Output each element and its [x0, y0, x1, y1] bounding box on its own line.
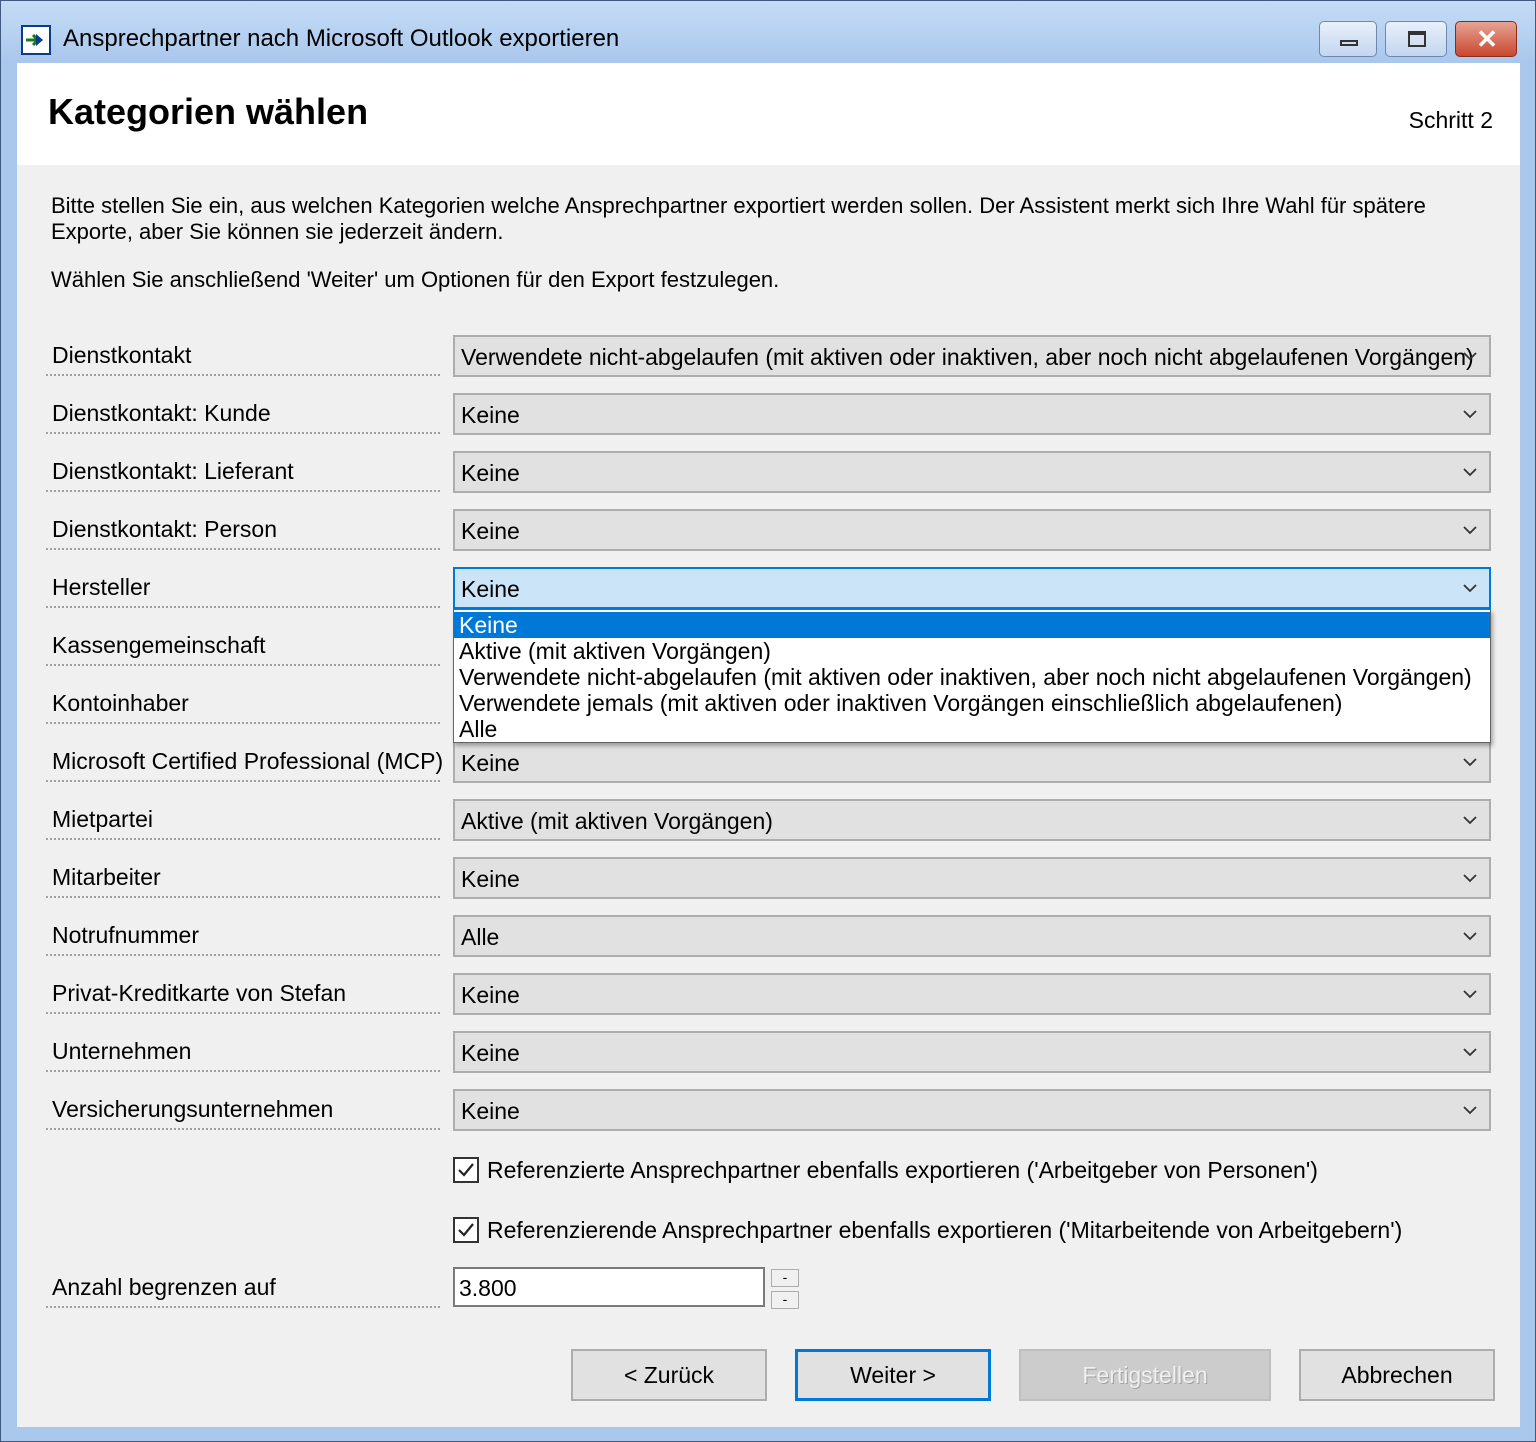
close-button[interactable]: ✕: [1455, 21, 1517, 57]
dropdown-option[interactable]: Alle: [454, 716, 1490, 742]
dropdown-option[interactable]: Aktive (mit aktiven Vorgängen): [454, 638, 1490, 664]
close-icon: ✕: [1476, 24, 1498, 54]
wizard-window: Ansprechpartner nach Microsoft Outlook e…: [0, 0, 1536, 1442]
limit-label: Anzahl begrenzen auf: [46, 1268, 440, 1308]
chevron-down-icon: [1463, 526, 1477, 535]
category-label: Versicherungsunternehmen: [46, 1090, 440, 1130]
export-arrow-icon: [21, 25, 51, 55]
category-select[interactable]: Alle: [453, 915, 1491, 957]
category-label: Dienstkontakt: Lieferant: [46, 452, 440, 492]
category-select[interactable]: Keine: [453, 741, 1491, 783]
chevron-down-icon: [1463, 1106, 1477, 1115]
chevron-down-icon: [1463, 584, 1477, 593]
dropdown-option[interactable]: Verwendete nicht-abgelaufen (mit aktiven…: [454, 664, 1490, 690]
category-label: Microsoft Certified Professional (MCP): [46, 742, 443, 782]
chevron-down-icon: [1463, 932, 1477, 941]
category-label: Kontoinhaber: [46, 684, 440, 724]
limit-number-input[interactable]: 3.800: [453, 1267, 765, 1307]
chevron-down-icon: [1463, 352, 1477, 361]
next-button[interactable]: Weiter >: [795, 1349, 991, 1401]
category-select[interactable]: Verwendete nicht-abgelaufen (mit aktiven…: [453, 335, 1491, 377]
category-select[interactable]: Keine: [453, 393, 1491, 435]
category-select[interactable]: Keine: [453, 973, 1491, 1015]
minimize-icon: [1340, 40, 1358, 46]
title-bar[interactable]: Ansprechpartner nach Microsoft Outlook e…: [1, 1, 1535, 63]
step-indicator: Schritt 2: [1408, 107, 1493, 133]
wizard-header: Kategorien wählen Schritt 2: [17, 63, 1520, 165]
checkbox-box[interactable]: [453, 1157, 479, 1183]
checkmark-icon: [458, 1163, 474, 1177]
chevron-down-icon: [1463, 468, 1477, 477]
intro-text: Bitte stellen Sie ein, aus welchen Kateg…: [51, 193, 1426, 244]
maximize-icon: [1408, 31, 1426, 47]
cancel-button[interactable]: Abbrechen: [1299, 1349, 1495, 1401]
intro-next-hint: Wählen Sie anschließend 'Weiter' um Opti…: [51, 267, 780, 292]
checkbox-label: Referenzierte Ansprechpartner ebenfalls …: [487, 1157, 1318, 1183]
category-select[interactable]: Keine: [453, 857, 1491, 899]
chevron-down-icon: [1463, 816, 1477, 825]
spin-down-button[interactable]: -: [771, 1291, 799, 1309]
category-label: Mitarbeiter: [46, 858, 440, 898]
category-label: Privat-Kreditkarte von Stefan: [46, 974, 440, 1014]
page-title: Kategorien wählen: [48, 91, 369, 132]
category-select[interactable]: Keine: [453, 1031, 1491, 1073]
category-label: Notrufnummer: [46, 916, 440, 956]
hersteller-dropdown-list: Keine Aktive (mit aktiven Vorgängen) Ver…: [453, 609, 1491, 743]
checkbox-box[interactable]: [453, 1217, 479, 1243]
checkmark-icon: [458, 1223, 474, 1237]
wizard-content: Kategorien wählen Schritt 2 Bitte stelle…: [17, 63, 1520, 1427]
chevron-down-icon: [1463, 874, 1477, 883]
category-select[interactable]: Keine: [453, 509, 1491, 551]
category-label: Dienstkontakt: Person: [46, 510, 440, 550]
category-label: Hersteller: [46, 568, 440, 608]
checkbox-label: Referenzierende Ansprechpartner ebenfall…: [487, 1217, 1403, 1243]
category-label: Mietpartei: [46, 800, 440, 840]
chevron-down-icon: [1463, 758, 1477, 767]
category-label: Kassengemeinschaft: [46, 626, 440, 666]
maximize-button[interactable]: [1385, 21, 1447, 57]
window-title: Ansprechpartner nach Microsoft Outlook e…: [63, 25, 620, 52]
chevron-down-icon: [1463, 990, 1477, 999]
minimize-button[interactable]: [1319, 21, 1377, 57]
category-label: Dienstkontakt: [46, 336, 440, 376]
category-select[interactable]: Aktive (mit aktiven Vorgängen): [453, 799, 1491, 841]
back-button[interactable]: < Zurück: [571, 1349, 767, 1401]
category-label: Dienstkontakt: Kunde: [46, 394, 440, 434]
category-select[interactable]: Keine: [453, 1089, 1491, 1131]
category-select[interactable]: Keine: [453, 451, 1491, 493]
category-label: Unternehmen: [46, 1032, 440, 1072]
category-select-active[interactable]: Keine: [453, 567, 1491, 609]
finish-button[interactable]: Fertigstellen: [1019, 1349, 1271, 1401]
chevron-down-icon: [1463, 1048, 1477, 1057]
spin-up-button[interactable]: -: [771, 1269, 799, 1287]
dropdown-option[interactable]: Verwendete jemals (mit aktiven oder inak…: [454, 690, 1490, 716]
dropdown-option[interactable]: Keine: [454, 612, 1490, 638]
chevron-down-icon: [1463, 410, 1477, 419]
